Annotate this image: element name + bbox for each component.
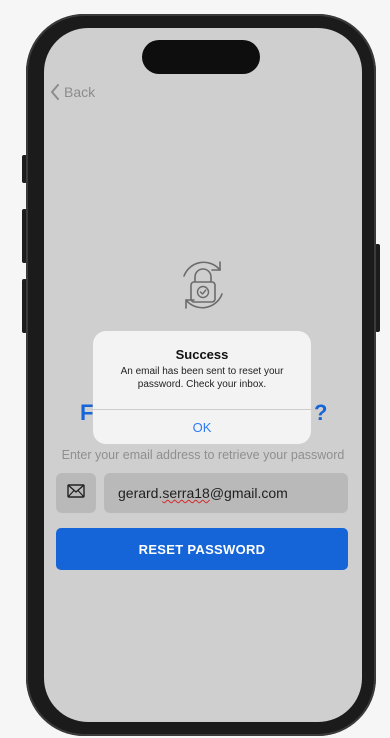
dynamic-island [142, 40, 260, 74]
phone-screen: Back F ? Enter your email address to ret… [44, 28, 362, 722]
success-alert: Success An email has been sent to reset … [93, 331, 311, 444]
email-input[interactable]: gerard. serra18 @gmail.com [104, 473, 348, 513]
envelope-icon [67, 483, 85, 503]
lock-reset-icon [172, 254, 234, 316]
title-end: ? [314, 400, 328, 425]
alert-message: An email has been sent to reset your pas… [120, 366, 284, 390]
back-label: Back [64, 84, 96, 100]
email-prefix: gerard. [118, 485, 163, 501]
email-misspelled-part: serra18 [162, 485, 210, 501]
chevron-left-icon [50, 84, 60, 100]
app-stage: Back F ? Enter your email address to ret… [0, 0, 390, 738]
email-icon-box [56, 473, 96, 513]
reset-password-button[interactable]: RESET PASSWORD [56, 528, 348, 570]
alert-ok-button[interactable]: OK [93, 410, 311, 444]
instructions-text: Enter your email address to retrieve you… [61, 448, 345, 462]
email-suffix: @gmail.com [209, 485, 288, 501]
back-button[interactable]: Back [50, 84, 95, 100]
alert-title: Success [175, 347, 229, 362]
title-start: F [80, 400, 94, 425]
